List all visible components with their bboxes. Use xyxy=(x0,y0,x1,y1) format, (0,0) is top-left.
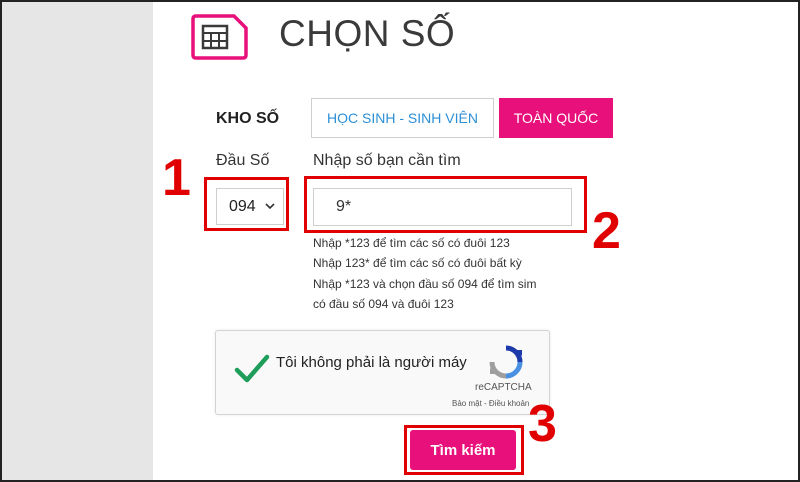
captcha-text: Tôi không phải là người máy xyxy=(276,354,467,371)
captcha-brand: reCAPTCHA xyxy=(475,382,532,393)
page-title: CHỌN SỐ xyxy=(279,13,456,54)
hint-line-1: Nhập *123 để tìm các số có đuôi 123 xyxy=(313,236,510,250)
captcha-links[interactable]: Bảo mật - Điều khoản xyxy=(452,399,529,408)
hint-line-3: Nhập *123 và chọn đầu số 094 để tìm sim xyxy=(313,277,537,291)
annotation-box-prefix xyxy=(204,177,289,231)
hint-line-2: Nhập 123* để tìm các số có đuôi bất kỳ xyxy=(313,256,522,270)
annotation-number-2: 2 xyxy=(592,202,621,260)
search-label: Nhập số bạn cần tìm xyxy=(313,152,461,169)
annotation-number-3: 3 xyxy=(528,395,557,453)
recaptcha-logo-icon xyxy=(489,345,523,379)
tab-nationwide[interactable]: TOÀN QUỐC xyxy=(499,98,613,138)
sim-card-icon xyxy=(191,14,248,60)
annotation-number-1: 1 xyxy=(162,149,191,207)
prefix-label: Đầu Số xyxy=(216,152,270,169)
tab-student[interactable]: HỌC SINH - SINH VIÊN xyxy=(311,98,494,138)
hint-line-4: có đầu số 094 và đuôi 123 xyxy=(313,297,454,311)
annotation-box-search xyxy=(304,176,587,233)
left-gray-panel xyxy=(0,0,153,482)
annotation-box-submit xyxy=(404,425,524,475)
recaptcha-widget: Tôi không phải là người máy reCAPTCHA Bả… xyxy=(215,330,550,415)
category-label: KHO SỐ xyxy=(216,110,280,127)
checkmark-icon[interactable] xyxy=(234,353,270,385)
